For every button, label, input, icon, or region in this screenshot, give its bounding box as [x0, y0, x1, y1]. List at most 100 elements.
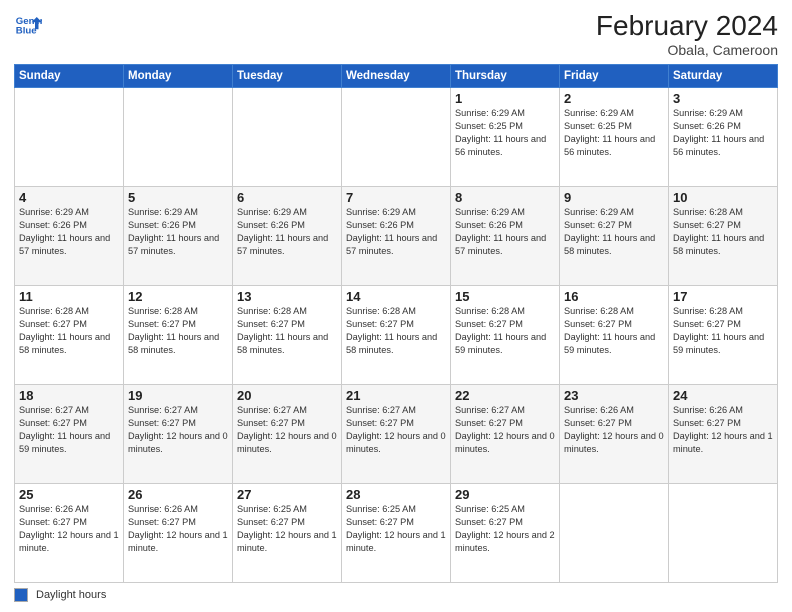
cell-info: Sunrise: 6:29 AM Sunset: 6:26 PM Dayligh… — [128, 206, 228, 258]
day-number: 4 — [19, 190, 119, 205]
calendar-week-row: 11 Sunrise: 6:28 AM Sunset: 6:27 PM Dayli… — [15, 286, 778, 385]
table-row: 13Sunrise: 6:28 AM Sunset: 6:27 PM Dayli… — [233, 286, 342, 385]
day-number: 8 — [455, 190, 555, 205]
table-row: 1Sunrise: 6:29 AM Sunset: 6:25 PM Daylig… — [451, 88, 560, 187]
calendar-week-row: 25Sunrise: 6:26 AM Sunset: 6:27 PM Dayli… — [15, 484, 778, 583]
table-row: 16Sunrise: 6:28 AM Sunset: 6:27 PM Dayli… — [560, 286, 669, 385]
table-row — [560, 484, 669, 583]
table-row: 27Sunrise: 6:25 AM Sunset: 6:27 PM Dayli… — [233, 484, 342, 583]
footer: Daylight hours — [14, 588, 778, 602]
cell-info: Sunrise: 6:29 AM Sunset: 6:26 PM Dayligh… — [455, 206, 555, 258]
cell-info: Sunrise: 6:28 AM Sunset: 6:27 PM Dayligh… — [346, 305, 446, 357]
day-number: 21 — [346, 388, 446, 403]
table-row — [124, 88, 233, 187]
table-row: 2Sunrise: 6:29 AM Sunset: 6:25 PM Daylig… — [560, 88, 669, 187]
table-row: 4Sunrise: 6:29 AM Sunset: 6:26 PM Daylig… — [15, 187, 124, 286]
cell-info: Sunrise: 6:26 AM Sunset: 6:27 PM Dayligh… — [128, 503, 228, 555]
cell-info: Sunrise: 6:27 AM Sunset: 6:27 PM Dayligh… — [19, 404, 119, 456]
day-number: 13 — [237, 289, 337, 304]
day-number: 17 — [673, 289, 773, 304]
table-row: 15Sunrise: 6:28 AM Sunset: 6:27 PM Dayli… — [451, 286, 560, 385]
legend-label: Daylight hours — [36, 589, 106, 601]
table-row: 8Sunrise: 6:29 AM Sunset: 6:26 PM Daylig… — [451, 187, 560, 286]
col-saturday: Saturday — [669, 65, 778, 88]
table-row: 23Sunrise: 6:26 AM Sunset: 6:27 PM Dayli… — [560, 385, 669, 484]
calendar-week-row: 1Sunrise: 6:29 AM Sunset: 6:25 PM Daylig… — [15, 88, 778, 187]
day-number: 14 — [346, 289, 446, 304]
day-number: 22 — [455, 388, 555, 403]
cell-info: Sunrise: 6:27 AM Sunset: 6:27 PM Dayligh… — [237, 404, 337, 456]
cell-info: Sunrise: 6:29 AM Sunset: 6:26 PM Dayligh… — [19, 206, 119, 258]
day-number: 25 — [19, 487, 119, 502]
header: General Blue February 2024 Obala, Camero… — [14, 10, 778, 58]
day-number: 15 — [455, 289, 555, 304]
svg-text:Blue: Blue — [16, 26, 37, 37]
cell-info: Sunrise: 6:25 AM Sunset: 6:27 PM Dayligh… — [455, 503, 555, 555]
cell-info: Sunrise: 6:28 AM Sunset: 6:27 PM Dayligh… — [455, 305, 555, 357]
cell-info: Sunrise: 6:28 AM Sunset: 6:27 PM Dayligh… — [237, 305, 337, 357]
table-row: 19Sunrise: 6:27 AM Sunset: 6:27 PM Dayli… — [124, 385, 233, 484]
calendar-header-row: Sunday Monday Tuesday Wednesday Thursday… — [15, 65, 778, 88]
day-number: 2 — [564, 91, 664, 106]
day-number: 16 — [564, 289, 664, 304]
day-number: 23 — [564, 388, 664, 403]
cell-info: Sunrise: 6:28 AM Sunset: 6:27 PM Dayligh… — [673, 305, 773, 357]
table-row: 29Sunrise: 6:25 AM Sunset: 6:27 PM Dayli… — [451, 484, 560, 583]
cell-info: Sunrise: 6:28 AM Sunset: 6:27 PM Dayligh… — [564, 305, 664, 357]
cell-info: Sunrise: 6:25 AM Sunset: 6:27 PM Dayligh… — [237, 503, 337, 555]
day-number: 6 — [237, 190, 337, 205]
col-wednesday: Wednesday — [342, 65, 451, 88]
table-row: 7Sunrise: 6:29 AM Sunset: 6:26 PM Daylig… — [342, 187, 451, 286]
col-sunday: Sunday — [15, 65, 124, 88]
table-row: 20Sunrise: 6:27 AM Sunset: 6:27 PM Dayli… — [233, 385, 342, 484]
day-number: 29 — [455, 487, 555, 502]
table-row: 14Sunrise: 6:28 AM Sunset: 6:27 PM Dayli… — [342, 286, 451, 385]
table-row: 21Sunrise: 6:27 AM Sunset: 6:27 PM Dayli… — [342, 385, 451, 484]
table-row: 24Sunrise: 6:26 AM Sunset: 6:27 PM Dayli… — [669, 385, 778, 484]
legend-box — [14, 588, 28, 602]
cell-info: Sunrise: 6:25 AM Sunset: 6:27 PM Dayligh… — [346, 503, 446, 555]
title-block: February 2024 Obala, Cameroon — [596, 10, 778, 58]
subtitle: Obala, Cameroon — [596, 42, 778, 58]
cell-info: Sunrise: 6:27 AM Sunset: 6:27 PM Dayligh… — [128, 404, 228, 456]
table-row: 9Sunrise: 6:29 AM Sunset: 6:27 PM Daylig… — [560, 187, 669, 286]
col-tuesday: Tuesday — [233, 65, 342, 88]
day-number: 24 — [673, 388, 773, 403]
day-number: 3 — [673, 91, 773, 106]
table-row: 26Sunrise: 6:26 AM Sunset: 6:27 PM Dayli… — [124, 484, 233, 583]
table-row — [342, 88, 451, 187]
calendar-week-row: 4Sunrise: 6:29 AM Sunset: 6:26 PM Daylig… — [15, 187, 778, 286]
cell-info: Sunrise: 6:29 AM Sunset: 6:26 PM Dayligh… — [673, 107, 773, 159]
day-number: 20 — [237, 388, 337, 403]
day-number: 18 — [19, 388, 119, 403]
col-friday: Friday — [560, 65, 669, 88]
day-number: 11 — [19, 289, 119, 304]
cell-info: Sunrise: 6:27 AM Sunset: 6:27 PM Dayligh… — [346, 404, 446, 456]
day-number: 5 — [128, 190, 228, 205]
cell-info: Sunrise: 6:26 AM Sunset: 6:27 PM Dayligh… — [564, 404, 664, 456]
table-row: 28Sunrise: 6:25 AM Sunset: 6:27 PM Dayli… — [342, 484, 451, 583]
day-number: 19 — [128, 388, 228, 403]
day-number: 27 — [237, 487, 337, 502]
cell-info: Sunrise: 6:28 AM Sunset: 6:27 PM Dayligh… — [128, 305, 228, 357]
table-row: 18Sunrise: 6:27 AM Sunset: 6:27 PM Dayli… — [15, 385, 124, 484]
cell-info: Sunrise: 6:28 AM Sunset: 6:27 PM Dayligh… — [673, 206, 773, 258]
day-number: 10 — [673, 190, 773, 205]
day-number: 12 — [128, 289, 228, 304]
calendar-week-row: 18Sunrise: 6:27 AM Sunset: 6:27 PM Dayli… — [15, 385, 778, 484]
day-number: 7 — [346, 190, 446, 205]
cell-info: Sunrise: 6:29 AM Sunset: 6:27 PM Dayligh… — [564, 206, 664, 258]
table-row: 10Sunrise: 6:28 AM Sunset: 6:27 PM Dayli… — [669, 187, 778, 286]
cell-info: Sunrise: 6:29 AM Sunset: 6:25 PM Dayligh… — [455, 107, 555, 159]
table-row: 17Sunrise: 6:28 AM Sunset: 6:27 PM Dayli… — [669, 286, 778, 385]
table-row — [669, 484, 778, 583]
page: General Blue February 2024 Obala, Camero… — [0, 0, 792, 612]
table-row — [233, 88, 342, 187]
table-row: 22Sunrise: 6:27 AM Sunset: 6:27 PM Dayli… — [451, 385, 560, 484]
table-row: 5Sunrise: 6:29 AM Sunset: 6:26 PM Daylig… — [124, 187, 233, 286]
cell-info: Sunrise: 6:26 AM Sunset: 6:27 PM Dayligh… — [19, 503, 119, 555]
logo-icon: General Blue — [14, 10, 42, 38]
col-monday: Monday — [124, 65, 233, 88]
day-number: 28 — [346, 487, 446, 502]
cell-info: Sunrise: 6:29 AM Sunset: 6:26 PM Dayligh… — [237, 206, 337, 258]
